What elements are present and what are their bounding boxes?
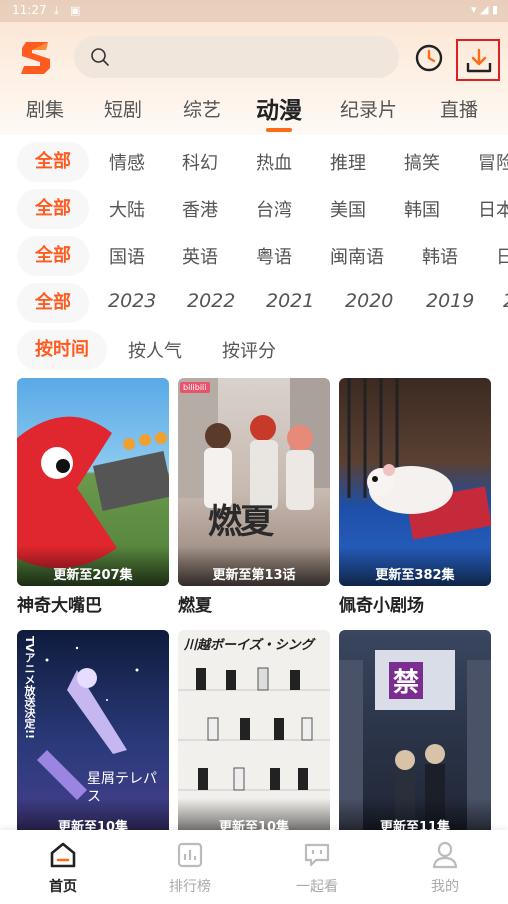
filter-year-item[interactable]: 2: [503, 290, 508, 312]
ranking-chart-icon: [177, 842, 203, 868]
filter-language-item[interactable]: 日: [496, 243, 508, 269]
filter-genre-item[interactable]: 科幻: [182, 149, 218, 175]
download-icon: [466, 48, 492, 73]
nav-home[interactable]: 首页: [18, 840, 108, 896]
filter-region-item[interactable]: 香港: [182, 196, 218, 222]
video-card[interactable]: TVアニメ放送決定!! 星屑テレパス 更新至10集: [17, 630, 169, 838]
filter-year-item[interactable]: 2019: [426, 290, 474, 312]
sort-by-rating[interactable]: 按评分: [222, 337, 276, 363]
nav-watch-together[interactable]: 一起看: [272, 840, 362, 896]
filter-language-item[interactable]: 粤语: [256, 243, 292, 269]
publisher-badge: bilibili: [180, 382, 210, 393]
tab-live[interactable]: 直播: [440, 95, 478, 122]
poster-image: 禁 更新至11集: [339, 630, 491, 838]
tab-drama[interactable]: 剧集: [26, 95, 64, 122]
nav-watch-together-label: 一起看: [296, 879, 338, 895]
year-filter-row: 全部 2023 2022 2021 2020 2019 2: [0, 283, 508, 323]
filter-year-item[interactable]: 2022: [187, 290, 235, 312]
filter-year-all[interactable]: 全部: [17, 283, 89, 323]
poster-image: 更新至382集: [339, 378, 491, 586]
tab-documentary[interactable]: 纪录片: [340, 95, 397, 122]
filter-year-item[interactable]: 2020: [345, 290, 393, 312]
poster-image: 更新至207集: [17, 378, 169, 586]
download-status-icon: ⤓: [54, 4, 59, 17]
home-icon: [50, 842, 76, 868]
tab-short-drama[interactable]: 短剧: [104, 95, 142, 122]
sort-by-time[interactable]: 按时间: [17, 330, 107, 370]
filter-genre-item[interactable]: 推理: [330, 149, 366, 175]
filter-year-item[interactable]: 2023: [108, 290, 156, 312]
filter-region-item[interactable]: 韩国: [404, 196, 440, 222]
filter-language-item[interactable]: 英语: [182, 243, 218, 269]
filter-language-item[interactable]: 韩语: [422, 243, 458, 269]
filter-region-all[interactable]: 全部: [17, 189, 89, 229]
poster-image: TVアニメ放送決定!! 星屑テレパス 更新至10集: [17, 630, 169, 838]
notification-icon: ▣: [70, 4, 81, 17]
video-title: 佩奇小剧场: [339, 596, 424, 616]
active-tab-indicator: [266, 128, 292, 132]
bottom-nav: 首页 排行榜 一起看 我的: [0, 830, 508, 904]
nav-profile-label: 我的: [431, 879, 459, 895]
poster-title-art: 燃夏: [208, 502, 274, 542]
video-title: 神奇大嘴巴: [17, 596, 102, 616]
filter-year-item[interactable]: 2021: [266, 290, 314, 312]
poster-caption: TVアニメ放送決定!!: [23, 636, 36, 740]
update-status: 更新至207集: [53, 568, 133, 583]
filter-region-item[interactable]: 美国: [330, 196, 366, 222]
search-input[interactable]: [122, 44, 386, 72]
tab-anime[interactable]: 动漫: [256, 91, 302, 132]
language-filter-row: 全部 国语 英语 粤语 闽南语 韩语 日: [0, 236, 508, 276]
search-icon: [91, 48, 109, 66]
filter-language-all[interactable]: 全部: [17, 236, 89, 276]
filter-genre-all[interactable]: 全部: [17, 142, 89, 182]
nav-ranking-label: 排行榜: [169, 879, 211, 895]
video-card[interactable]: 禁 更新至11集: [339, 630, 491, 838]
filter-genre-item[interactable]: 搞笑: [404, 149, 440, 175]
category-tabs: 剧集 短剧 综艺 动漫 纪录片 直播: [0, 86, 508, 134]
status-bar: 11:27 ⤓ ▣ ▾ ◢ ▮: [0, 0, 508, 22]
video-card[interactable]: 更新至382集 佩奇小剧场: [339, 378, 491, 616]
user-icon: [432, 841, 458, 869]
genre-filter-row: 全部 情感 科幻 热血 推理 搞笑 冒险: [0, 142, 508, 182]
filter-region-item[interactable]: 大陆: [109, 196, 145, 222]
app-logo: [21, 42, 50, 74]
download-button[interactable]: [456, 39, 500, 81]
tab-variety[interactable]: 综艺: [183, 95, 221, 122]
filter-genre-item[interactable]: 情感: [109, 149, 145, 175]
filter-region-item[interactable]: 台湾: [256, 196, 292, 222]
update-status: 更新至382集: [375, 568, 455, 583]
poster-image: 川越ボーイズ・シング 更新至10集: [178, 630, 330, 838]
nav-home-label: 首页: [49, 879, 77, 895]
search-bar[interactable]: [74, 36, 399, 78]
sort-row: 按时间 按人气 按评分: [0, 330, 508, 370]
filter-language-item[interactable]: 国语: [109, 243, 145, 269]
poster-image: bilibili 燃夏 更新至第13话: [178, 378, 330, 586]
nav-profile[interactable]: 我的: [400, 840, 490, 896]
video-title: 燃夏: [178, 596, 212, 616]
region-filter-row: 全部 大陆 香港 台湾 美国 韩国 日本: [0, 189, 508, 229]
video-card[interactable]: bilibili 燃夏 更新至第13话 燃夏: [178, 378, 330, 616]
filter-region-item[interactable]: 日本: [478, 196, 508, 222]
sort-by-popularity[interactable]: 按人气: [128, 337, 182, 363]
history-clock-icon[interactable]: [413, 42, 445, 74]
status-time: 11:27: [12, 3, 47, 17]
poster-title-art: 禁: [389, 662, 424, 699]
chat-bubble-icon: [304, 843, 330, 867]
video-card[interactable]: 更新至207集 神奇大嘴巴: [17, 378, 169, 616]
filter-genre-item[interactable]: 冒险: [478, 149, 508, 175]
signal-battery-icon: ▾ ◢ ▮: [470, 3, 498, 16]
tab-anime-label: 动漫: [256, 98, 302, 124]
update-status: 更新至第13话: [212, 568, 296, 583]
filter-genre-item[interactable]: 热血: [256, 149, 292, 175]
nav-ranking[interactable]: 排行榜: [145, 840, 235, 896]
video-card[interactable]: 川越ボーイズ・シング 更新至10集: [178, 630, 330, 838]
filter-language-item[interactable]: 闽南语: [330, 243, 384, 269]
